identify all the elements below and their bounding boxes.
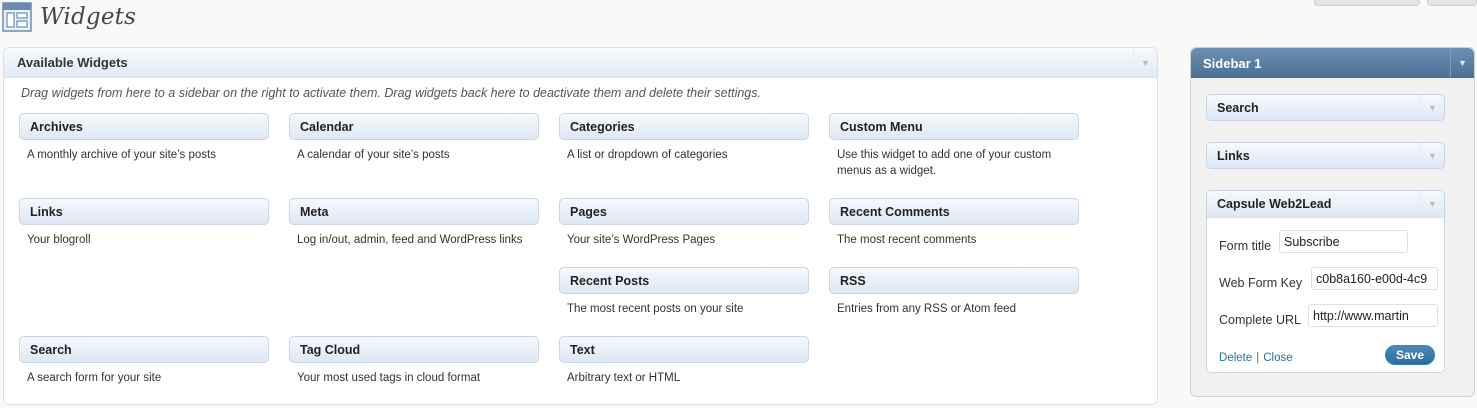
web-form-key-label: Web Form Key [1219,276,1303,290]
sidebar-widget-capsule-web2lead: Capsule Web2Lead ▼ Form title Web Form K… [1206,190,1445,373]
widget-title[interactable]: Archives [19,113,269,140]
widget-meta[interactable]: Meta Log in/out, admin, feed and WordPre… [289,198,539,248]
widget-description: A calendar of your site’s posts [297,149,450,161]
widgets-icon [2,2,32,32]
complete-url-input[interactable] [1308,304,1438,327]
widget-description: Entries from any RSS or Atom feed [837,303,1016,315]
sidebar-1-title: Sidebar 1 [1203,55,1262,71]
available-widgets-title: Available Widgets [17,55,128,70]
expand-arrow-icon[interactable]: ▼ [1420,95,1444,120]
widget-title[interactable]: RSS [829,267,1079,294]
widget-title[interactable]: Custom Menu [829,113,1079,140]
widget-description: Your blogroll [27,234,91,246]
web-form-key-input[interactable] [1311,267,1438,290]
complete-url-label: Complete URL [1219,313,1301,327]
sidebar-widget-title-bar[interactable]: Capsule Web2Lead ▼ [1207,191,1444,218]
screen-options-tab[interactable] [1314,0,1420,6]
complete-url-row: Complete URL [1207,301,1444,338]
widget-title[interactable]: Tag Cloud [289,336,539,363]
widget-custom-menu[interactable]: Custom Menu Use this widget to add one o… [829,113,1079,179]
sidebar-widget-links[interactable]: Links ▼ [1206,142,1445,169]
sidebar-widget-search[interactable]: Search ▼ [1206,94,1445,121]
widget-title[interactable]: Search [19,336,269,363]
widget-description: Use this widget to add one of your custo… [837,149,1052,177]
link-separator: | [1256,352,1260,364]
widget-pages[interactable]: Pages Your site’s WordPress Pages [559,198,809,248]
widget-description: Your site’s WordPress Pages [567,234,716,246]
available-widgets-description: Drag widgets from here to a sidebar on t… [21,86,761,100]
web-form-key-row: Web Form Key [1207,264,1444,301]
sidebar-1-header[interactable]: Sidebar 1 ▼ [1191,48,1474,78]
widget-description: A list or dropdown of categories [567,149,728,161]
sidebar-widget-title: Search [1217,100,1259,115]
widget-description: The most recent comments [837,234,977,246]
widget-title[interactable]: Pages [559,198,809,225]
widget-description: The most recent posts on your site [567,303,744,315]
available-widgets-panel: Available Widgets ▼ Drag widgets from he… [3,47,1158,405]
widget-title[interactable]: Recent Comments [829,198,1079,225]
widget-text[interactable]: Text Arbitrary text or HTML [559,336,809,386]
widget-description: Arbitrary text or HTML [567,372,681,384]
collapse-arrow-icon[interactable]: ▼ [1450,48,1474,78]
form-title-input[interactable] [1279,230,1408,253]
widget-title[interactable]: Text [559,336,809,363]
save-button[interactable]: Save [1385,345,1435,365]
sidebar-widget-title: Links [1217,148,1250,163]
widget-archives[interactable]: Archives A monthly archive of your site’… [19,113,269,163]
widget-rss[interactable]: RSS Entries from any RSS or Atom feed [829,267,1079,317]
close-link[interactable]: Close [1263,352,1292,364]
widget-title[interactable]: Links [19,198,269,225]
collapse-arrow-icon[interactable]: ▼ [1420,191,1444,217]
widget-tag-cloud[interactable]: Tag Cloud Your most used tags in cloud f… [289,336,539,386]
widget-title[interactable]: Meta [289,198,539,225]
form-title-row: Form title [1207,227,1444,264]
available-widgets-header[interactable]: Available Widgets ▼ [4,48,1157,78]
widget-description: Log in/out, admin, feed and WordPress li… [297,234,523,246]
widget-categories[interactable]: Categories A list or dropdown of categor… [559,113,809,163]
page-header: Widgets [2,2,136,32]
form-title-label: Form title [1219,239,1272,253]
widget-description: Your most used tags in cloud format [297,372,481,384]
widget-description: A monthly archive of your site’s posts [27,149,216,161]
widget-search[interactable]: Search A search form for your site [19,336,269,386]
sidebar-1-panel: Sidebar 1 ▼ Search ▼ Links ▼ Capsule Web… [1190,47,1475,397]
sidebar-widget-title-bar[interactable]: Links ▼ [1206,142,1445,169]
widget-controls: Delete | Close Save [1207,338,1444,372]
widget-calendar[interactable]: Calendar A calendar of your site’s posts [289,113,539,163]
help-tab[interactable] [1427,0,1477,6]
widget-recent-comments[interactable]: Recent Comments The most recent comments [829,198,1079,248]
sidebar-widget-title: Capsule Web2Lead [1217,197,1332,211]
sidebar-widget-title-bar[interactable]: Search ▼ [1206,94,1445,121]
widget-recent-posts[interactable]: Recent Posts The most recent posts on yo… [559,267,809,317]
widget-title[interactable]: Recent Posts [559,267,809,294]
widget-title[interactable]: Categories [559,113,809,140]
widget-links[interactable]: Links Your blogroll [19,198,269,248]
collapse-arrow-icon[interactable]: ▼ [1133,48,1157,77]
widget-description: A search form for your site [27,372,162,384]
widget-title[interactable]: Calendar [289,113,539,140]
expand-arrow-icon[interactable]: ▼ [1420,143,1444,168]
page-title: Widgets [40,4,137,30]
delete-link[interactable]: Delete [1219,352,1252,364]
